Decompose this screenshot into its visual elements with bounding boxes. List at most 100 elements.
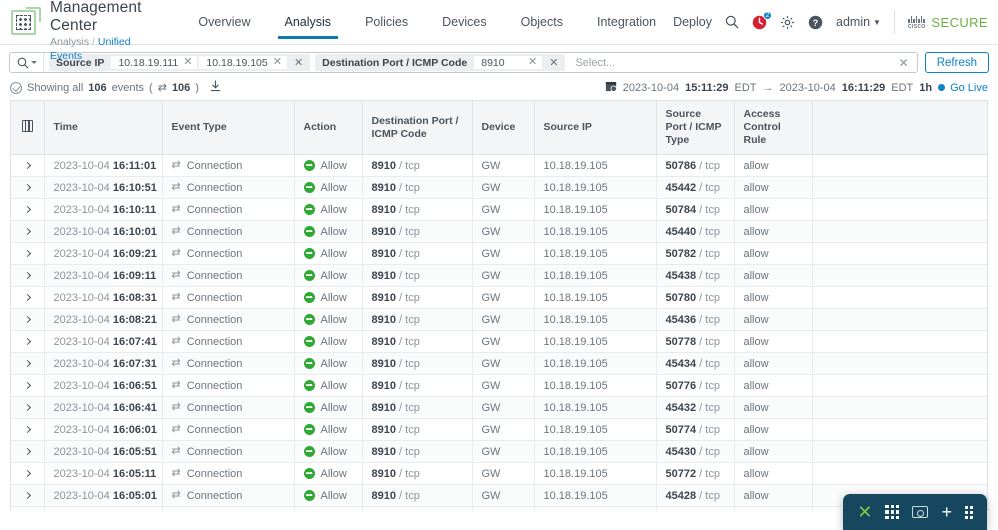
nav-item-integration[interactable]: Integration bbox=[580, 0, 673, 44]
cell-access-control-rule: allow bbox=[734, 484, 813, 507]
table-row[interactable]: 2023-10-04 16:09:11 ⇄ Connection Allow 8910 … bbox=[11, 264, 987, 287]
nav-item-analysis[interactable]: Analysis bbox=[268, 0, 349, 44]
allow-status-icon bbox=[303, 292, 315, 303]
cell-destination-port: 8910 / tcp bbox=[362, 330, 473, 353]
cell-source-port-protocol: / tcp bbox=[699, 423, 720, 436]
column-header-event-type[interactable]: Event Type bbox=[162, 101, 295, 155]
columns-toggle-icon[interactable] bbox=[11, 101, 45, 155]
row-expand-toggle[interactable] bbox=[11, 308, 45, 331]
screen-search-icon[interactable] bbox=[912, 506, 929, 518]
download-icon[interactable] bbox=[210, 80, 221, 95]
table-row[interactable]: 2023-10-04 16:08:21 ⇄ Connection Allow 8910 … bbox=[11, 308, 987, 331]
table-row[interactable]: 2023-10-04 16:05:01 ⇄ Connection Allow 8910 … bbox=[11, 484, 987, 507]
column-header-access-control-rule[interactable]: Access Control Rule bbox=[734, 101, 813, 155]
notifications-icon[interactable]: 2 bbox=[752, 10, 772, 30]
nav-item-overview[interactable]: Overview bbox=[181, 0, 267, 44]
remove-value-icon[interactable]: ✕ bbox=[528, 57, 537, 68]
table-row[interactable]: 2023-10-04 16:10:51 ⇄ Connection Allow 8910 … bbox=[11, 176, 987, 199]
cell-source-port: 45438 / tcp bbox=[656, 264, 735, 287]
help-icon[interactable]: ? bbox=[808, 15, 823, 30]
table-row[interactable]: 2023-10-04 16:07:41 ⇄ Connection Allow 8910 … bbox=[11, 330, 987, 353]
cell-event-type-label: Connection bbox=[186, 445, 243, 458]
cell-device: GW bbox=[472, 264, 535, 287]
refresh-button[interactable]: Refresh bbox=[924, 52, 989, 73]
row-expand-toggle[interactable] bbox=[11, 440, 45, 463]
table-row[interactable]: 2023-10-04 16:11:01 ⇄ Connection Allow 8910 … bbox=[11, 154, 987, 177]
plus-icon[interactable]: + bbox=[941, 503, 952, 521]
nav-item-devices[interactable]: Devices bbox=[425, 0, 503, 44]
column-header-action[interactable]: Action bbox=[294, 101, 363, 155]
cell-action-label: Allow bbox=[320, 401, 347, 414]
cell-access-control-rule: allow bbox=[734, 462, 813, 485]
row-expand-toggle[interactable] bbox=[11, 374, 45, 397]
row-expand-toggle[interactable] bbox=[11, 330, 45, 353]
row-expand-toggle[interactable] bbox=[11, 506, 45, 511]
table-row[interactable]: 2023-10-04 16:10:01 ⇄ Connection Allow 8910 … bbox=[11, 220, 987, 243]
connection-icon: ⇄ bbox=[171, 225, 181, 237]
remove-filter-icon[interactable]: ✕ bbox=[287, 54, 310, 71]
row-expand-toggle[interactable] bbox=[11, 264, 45, 287]
cell-time-value: 16:09:21 bbox=[112, 247, 157, 260]
row-expand-toggle[interactable] bbox=[11, 198, 45, 221]
calendar-icon[interactable] bbox=[605, 80, 617, 95]
row-expand-toggle[interactable] bbox=[11, 462, 45, 485]
cell-source-port-protocol: / tcp bbox=[699, 357, 720, 370]
cell-empty bbox=[812, 198, 987, 221]
user-menu[interactable]: admin ▼ bbox=[836, 15, 881, 29]
column-header-destination-port[interactable]: Destination Port / ICMP Code bbox=[362, 101, 473, 155]
table-row[interactable]: 2023-10-04 16:07:31 ⇄ Connection Allow 8910 … bbox=[11, 352, 987, 375]
row-expand-toggle[interactable] bbox=[11, 418, 45, 441]
cell-source-port-number: 45430 bbox=[665, 445, 697, 458]
remove-value-icon[interactable]: ✕ bbox=[183, 57, 192, 68]
table-row[interactable]: 2023-10-04 16:05:11 ⇄ Connection Allow 8910 … bbox=[11, 462, 987, 485]
cell-source-ip: 10.18.19.105 bbox=[534, 440, 657, 463]
nav-item-objects[interactable]: Objects bbox=[504, 0, 580, 44]
remove-value-icon[interactable]: ✕ bbox=[273, 57, 282, 68]
table-row[interactable]: 2023-10-04 16:05:51 ⇄ Connection Allow 8910 … bbox=[11, 440, 987, 463]
cell-time-date: 2023-10-04 bbox=[53, 313, 110, 326]
table-row[interactable]: 2023-10-04 16:04:21⇄ConnectionAllow8910 … bbox=[11, 506, 987, 511]
table-row[interactable]: 2023-10-04 16:10:11 ⇄ Connection Allow 8910 … bbox=[11, 198, 987, 221]
row-expand-toggle[interactable] bbox=[11, 396, 45, 419]
chevron-right-icon bbox=[23, 381, 31, 389]
row-expand-toggle[interactable] bbox=[11, 176, 45, 199]
search-dropdown-icon[interactable] bbox=[10, 53, 44, 72]
table-row[interactable]: 2023-10-04 16:06:01 ⇄ Connection Allow 8910 … bbox=[11, 418, 987, 441]
deploy-button[interactable]: Deploy bbox=[673, 15, 712, 29]
table-row[interactable]: 2023-10-04 16:06:41 ⇄ Connection Allow 8910 … bbox=[11, 396, 987, 419]
row-expand-toggle[interactable] bbox=[11, 286, 45, 309]
cell-source-port-number: 45438 bbox=[665, 269, 697, 282]
column-header-device[interactable]: Device bbox=[472, 101, 535, 155]
clear-all-filters-icon[interactable]: ✕ bbox=[891, 53, 917, 72]
cell-action-label: Allow bbox=[320, 225, 347, 238]
table-row[interactable]: 2023-10-04 16:06:51 ⇄ Connection Allow 8910 … bbox=[11, 374, 987, 397]
remove-filter-icon[interactable]: ✕ bbox=[542, 54, 565, 71]
cell-empty bbox=[812, 440, 987, 463]
column-header-time[interactable]: Time bbox=[44, 101, 163, 155]
cisco-secure-logo: cisco SECURE bbox=[908, 15, 988, 30]
row-expand-toggle[interactable] bbox=[11, 352, 45, 375]
column-header-source-ip[interactable]: Source IP bbox=[534, 101, 657, 155]
gear-icon[interactable] bbox=[780, 15, 795, 30]
filter-select-input[interactable]: Select... bbox=[565, 53, 890, 72]
filter-pill-value[interactable]: 8910 ✕ bbox=[474, 56, 543, 69]
time-range-arrow: → bbox=[762, 81, 774, 94]
column-header-source-port[interactable]: Source Port / ICMP Type bbox=[656, 101, 735, 155]
search-icon[interactable] bbox=[725, 15, 739, 29]
more-options-icon[interactable] bbox=[965, 505, 973, 519]
cell-source-port-protocol: / tcp bbox=[699, 335, 720, 348]
close-x-icon[interactable]: ✕ bbox=[857, 503, 872, 521]
cell-time: 2023-10-04 16:04:21 bbox=[44, 506, 163, 511]
table-row[interactable]: 2023-10-04 16:09:21 ⇄ Connection Allow 8910 … bbox=[11, 242, 987, 265]
row-expand-toggle[interactable] bbox=[11, 220, 45, 243]
table-row[interactable]: 2023-10-04 16:08:31 ⇄ Connection Allow 8910 … bbox=[11, 286, 987, 309]
cell-destination-port-protocol: / tcp bbox=[399, 313, 420, 326]
row-expand-toggle[interactable] bbox=[11, 484, 45, 507]
apps-grid-icon[interactable] bbox=[885, 505, 900, 519]
row-expand-toggle[interactable] bbox=[11, 242, 45, 265]
row-expand-toggle[interactable] bbox=[11, 154, 45, 177]
filter-pill-value[interactable]: 10.18.19.105 ✕ bbox=[199, 56, 287, 69]
go-live-button[interactable]: Go Live bbox=[938, 82, 988, 94]
nav-item-policies[interactable]: Policies bbox=[348, 0, 425, 44]
cell-empty bbox=[812, 154, 987, 177]
